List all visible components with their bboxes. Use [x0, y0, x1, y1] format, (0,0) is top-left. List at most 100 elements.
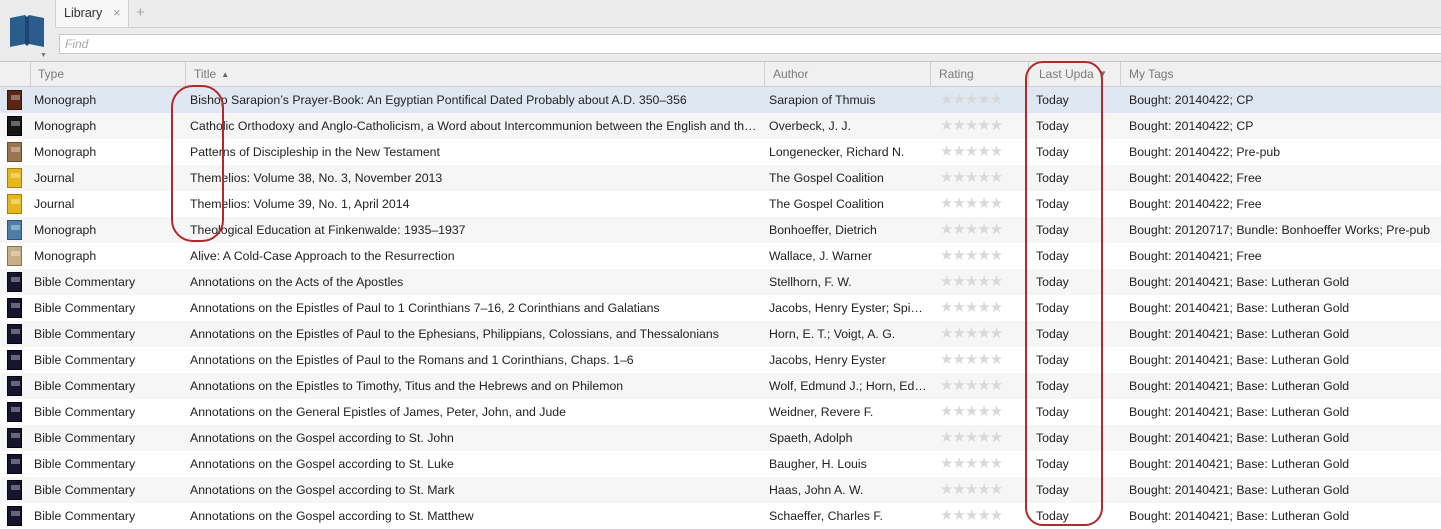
type-cell: Monograph — [34, 119, 97, 133]
book-cover-icon — [7, 142, 22, 162]
book-cover-icon — [7, 402, 22, 422]
tabstrip-divider — [55, 27, 1441, 28]
last-updated-cell: Today — [1036, 327, 1069, 341]
rating-stars[interactable]: ★★★★★ — [940, 503, 1020, 529]
type-cell: Monograph — [34, 145, 97, 159]
table-row[interactable]: Monograph Alive: A Cold-Case Approach to … — [0, 243, 1441, 269]
my-tags-cell: Bought: 20140421; Base: Lutheran Gold — [1129, 353, 1350, 367]
new-tab-button[interactable]: + — [136, 4, 145, 21]
table-row[interactable]: Journal Themelios: Volume 38, No. 3, Nove… — [0, 165, 1441, 191]
last-updated-cell: Today — [1036, 223, 1069, 237]
rating-stars[interactable]: ★★★★★ — [940, 399, 1020, 425]
table-row[interactable]: Bible Commentary Annotations on the Gospe… — [0, 503, 1441, 529]
table-row[interactable]: Journal Themelios: Volume 39, No. 1, Apri… — [0, 191, 1441, 217]
title-cell: Themelios: Volume 38, No. 3, November 20… — [190, 171, 443, 185]
column-header-title-label: Title — [194, 67, 217, 81]
rating-stars[interactable]: ★★★★★ — [940, 477, 1020, 503]
last-updated-cell: Today — [1036, 483, 1069, 497]
my-tags-cell: Bought: 20140421; Base: Lutheran Gold — [1129, 483, 1350, 497]
column-header-last-updated[interactable]: Last Upda ▼ — [1031, 62, 1120, 86]
book-cover-icon — [7, 220, 22, 240]
my-tags-cell: Bought: 20140421; Base: Lutheran Gold — [1129, 431, 1350, 445]
rating-stars[interactable]: ★★★★★ — [940, 191, 1020, 217]
book-cover-icon — [7, 298, 22, 318]
column-header-my-tags[interactable]: My Tags — [1121, 62, 1441, 86]
table-row[interactable]: Bible Commentary Annotations on the Epist… — [0, 347, 1441, 373]
rating-stars[interactable]: ★★★★★ — [940, 165, 1020, 191]
sort-ascending-icon: ▲ — [221, 70, 230, 79]
table-row[interactable]: Bible Commentary Annotations on the Epist… — [0, 321, 1441, 347]
table-row[interactable]: Bible Commentary Annotations on the Epist… — [0, 295, 1441, 321]
rating-stars[interactable]: ★★★★★ — [940, 87, 1020, 113]
my-tags-cell: Bought: 20140421; Free — [1129, 249, 1262, 263]
author-cell: Jacobs, Henry Eyster; Spie… — [769, 301, 927, 315]
title-cell: Annotations on the Gospel according to S… — [190, 509, 474, 523]
title-cell: Annotations on the Epistles of Paul to t… — [190, 353, 634, 367]
rating-stars[interactable]: ★★★★★ — [940, 139, 1020, 165]
table-row[interactable]: Monograph Theological Education at Finken… — [0, 217, 1441, 243]
my-tags-cell: Bought: 20140421; Base: Lutheran Gold — [1129, 301, 1350, 315]
column-header-author-label: Author — [773, 67, 809, 81]
table-row[interactable]: Bible Commentary Annotations on the Gospe… — [0, 477, 1441, 503]
table-row[interactable]: Bible Commentary Annotations on the Gospe… — [0, 425, 1441, 451]
table-row[interactable]: Bible Commentary Annotations on the Epist… — [0, 373, 1441, 399]
column-header-author[interactable]: Author — [765, 62, 930, 86]
last-updated-cell: Today — [1036, 145, 1069, 159]
rating-stars[interactable]: ★★★★★ — [940, 373, 1020, 399]
column-divider[interactable] — [1028, 62, 1029, 86]
author-cell: Wolf, Edmund J.; Horn, Ed… — [769, 379, 927, 393]
type-cell: Bible Commentary — [34, 405, 136, 419]
tab-close-icon[interactable]: × — [113, 5, 121, 20]
type-cell: Bible Commentary — [34, 457, 136, 471]
book-cover-icon — [7, 376, 22, 396]
logo-dropdown-caret-icon[interactable]: ▼ — [40, 52, 47, 59]
title-cell: Patterns of Discipleship in the New Test… — [190, 145, 440, 159]
author-cell: Longenecker, Richard N. — [769, 145, 905, 159]
title-cell: Annotations on the Gospel according to S… — [190, 457, 454, 471]
column-dropdown-icon[interactable]: ▼ — [1099, 62, 1107, 86]
author-cell: Haas, John A. W. — [769, 483, 864, 497]
title-cell: Annotations on the Epistles of Paul to t… — [190, 327, 719, 341]
rating-stars[interactable]: ★★★★★ — [940, 269, 1020, 295]
rating-stars[interactable]: ★★★★★ — [940, 347, 1020, 373]
type-cell: Bible Commentary — [34, 483, 136, 497]
rating-stars[interactable]: ★★★★★ — [940, 217, 1020, 243]
author-cell: Wallace, J. Warner — [769, 249, 872, 263]
my-tags-cell: Bought: 20140422; Pre-pub — [1129, 145, 1281, 159]
last-updated-cell: Today — [1036, 353, 1069, 367]
table-row[interactable]: Monograph Bishop Sarapion’s Prayer-Book: … — [0, 87, 1441, 113]
rating-stars[interactable]: ★★★★★ — [940, 321, 1020, 347]
column-header-rating-label: Rating — [939, 67, 974, 81]
table-row[interactable]: Bible Commentary Annotations on the Gener… — [0, 399, 1441, 425]
last-updated-cell: Today — [1036, 249, 1069, 263]
column-divider[interactable] — [30, 62, 31, 86]
find-input[interactable] — [59, 34, 1441, 54]
column-header-title[interactable]: Title ▲ — [186, 62, 764, 86]
column-header-type[interactable]: Type — [30, 62, 185, 86]
author-cell: Weidner, Revere F. — [769, 405, 874, 419]
table-row[interactable]: Bible Commentary Annotations on the Gospe… — [0, 451, 1441, 477]
type-cell: Bible Commentary — [34, 275, 136, 289]
table-row[interactable]: Monograph Catholic Orthodoxy and Anglo-Ca… — [0, 113, 1441, 139]
rating-stars[interactable]: ★★★★★ — [940, 113, 1020, 139]
open-book-icon[interactable] — [8, 12, 46, 48]
title-cell: Bishop Sarapion’s Prayer-Book: An Egypti… — [190, 93, 687, 107]
rating-stars[interactable]: ★★★★★ — [940, 243, 1020, 269]
rating-stars[interactable]: ★★★★★ — [940, 425, 1020, 451]
book-cover-icon — [7, 350, 22, 370]
book-cover-icon — [7, 480, 22, 500]
my-tags-cell: Bought: 20140422; CP — [1129, 119, 1254, 133]
column-header-rating[interactable]: Rating — [931, 62, 1027, 86]
book-cover-icon — [7, 246, 22, 266]
last-updated-cell: Today — [1036, 457, 1069, 471]
table-row[interactable]: Monograph Patterns of Discipleship in the… — [0, 139, 1441, 165]
type-cell: Bible Commentary — [34, 327, 136, 341]
column-header-last-updated-label: Last Upda — [1039, 67, 1094, 81]
rating-stars[interactable]: ★★★★★ — [940, 295, 1020, 321]
title-cell: Alive: A Cold-Case Approach to the Resur… — [190, 249, 455, 263]
table-row[interactable]: Bible Commentary Annotations on the Acts … — [0, 269, 1441, 295]
last-updated-cell: Today — [1036, 431, 1069, 445]
rating-stars[interactable]: ★★★★★ — [940, 451, 1020, 477]
tab-library[interactable]: Library × — [55, 0, 129, 27]
type-cell: Monograph — [34, 93, 97, 107]
